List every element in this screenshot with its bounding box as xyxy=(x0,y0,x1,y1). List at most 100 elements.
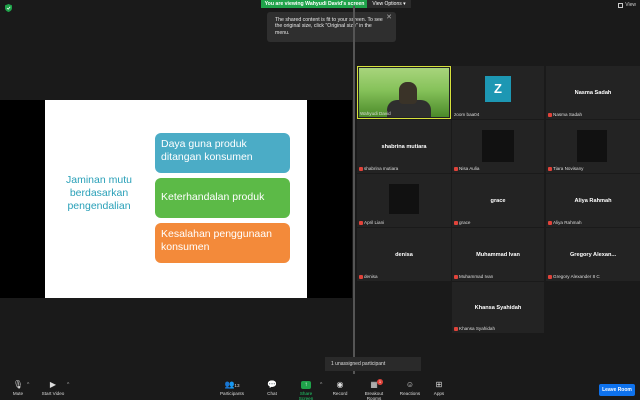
participant-label: April Liani xyxy=(359,220,384,225)
participant-label: grace xyxy=(454,220,471,225)
participant-label: Tiara Novisany xyxy=(548,166,583,171)
zoom-window: You are viewing Wahyudi David's screen V… xyxy=(0,0,640,400)
slide-heading: Jaminan mutu berdasarkan pengendalian xyxy=(66,174,132,212)
mic-muted-icon xyxy=(359,274,363,279)
participant-tile[interactable]: Aliya Rahmah Aliya Rahmah xyxy=(546,174,640,227)
close-icon[interactable]: ✕ xyxy=(386,14,392,21)
breakout-rooms-icon: ▦ 1 xyxy=(370,379,383,389)
participant-label: Khansa Syahidah xyxy=(454,326,495,331)
start-video-label: Start Video xyxy=(41,391,65,396)
avatar xyxy=(577,130,607,162)
avatar xyxy=(482,130,514,162)
reactions-button[interactable]: ☺ Reactions xyxy=(399,380,421,397)
unassigned-participant-notice[interactable]: 1 unassigned participant xyxy=(325,357,421,371)
mic-muted-icon xyxy=(548,112,552,117)
mic-muted-icon xyxy=(454,326,458,331)
mic-muted-icon xyxy=(454,274,458,279)
shared-screen: Jaminan mutu berdasarkan pengendalian Da… xyxy=(0,100,352,298)
participant-tile[interactable]: Gregory Alexan... Gregory Alexander 8 C xyxy=(546,228,640,281)
participant-label: zoom baa04 xyxy=(454,112,480,117)
participant-name: Muhammad Ivan xyxy=(476,251,520,258)
participant-label: Muhammad Ivan xyxy=(454,274,493,279)
meeting-toolbar: 🎙 Mute ^ ▶ Start Video ^ 👥13 Participant… xyxy=(0,376,640,400)
chevron-up-icon[interactable]: ^ xyxy=(67,382,69,388)
view-options-label: View Options xyxy=(372,1,402,7)
fit-screen-tooltip: The shared content is fit to your screen… xyxy=(267,12,396,42)
leave-room-button[interactable]: Leave Room xyxy=(599,384,635,396)
mute-label: Mute xyxy=(12,391,24,396)
participants-icon: 👥13 xyxy=(224,380,240,389)
participant-label: Aliya Rahmah xyxy=(548,220,582,225)
participant-label: denisa xyxy=(359,274,378,279)
shield-icon[interactable] xyxy=(5,4,12,12)
record-label: Record xyxy=(332,391,348,396)
participant-name: shabrina mutiara xyxy=(381,143,427,150)
participant-tile[interactable]: Nasma Sadah Nasma Sadah xyxy=(546,66,640,119)
chat-label: Chat xyxy=(267,391,277,396)
chevron-down-icon: ▾ xyxy=(403,1,406,7)
participant-tile[interactable]: grace grace xyxy=(452,174,544,227)
presentation-slide: Jaminan mutu berdasarkan pengendalian Da… xyxy=(45,100,307,298)
participant-tile[interactable]: shabrina mutiara shabrina mutiara xyxy=(357,120,451,173)
mic-muted-icon xyxy=(548,274,552,279)
participant-tile[interactable]: Wahyudi David xyxy=(357,66,451,119)
participant-label: Nasma Sadah xyxy=(548,112,582,117)
mic-muted-icon xyxy=(548,220,552,225)
chat-button[interactable]: 💬 Chat xyxy=(264,380,280,397)
mic-muted-icon xyxy=(359,166,363,171)
view-options-button[interactable]: View Options ▾ xyxy=(367,0,411,8)
mic-muted-icon xyxy=(548,166,552,171)
mute-button[interactable]: 🎙 Mute xyxy=(9,380,27,397)
participant-tile[interactable]: Muhammad Ivan Muhammad Ivan xyxy=(452,228,544,281)
participant-video xyxy=(359,68,449,117)
microphone-icon: 🎙 xyxy=(12,380,24,389)
participants-count: 13 xyxy=(234,383,240,388)
record-button[interactable]: ◉ Record xyxy=(331,380,349,397)
chat-icon: 💬 xyxy=(267,380,277,389)
share-screen-button[interactable]: ↑ Share Screen xyxy=(292,381,320,400)
start-video-button[interactable]: ▶ Start Video xyxy=(40,381,66,397)
avatar: Z xyxy=(485,76,511,102)
viewing-screen-banner: You are viewing Wahyudi David's screen xyxy=(261,0,368,8)
share-screen-label: Share Screen xyxy=(298,391,314,400)
view-button[interactable]: View xyxy=(618,2,636,8)
participant-tile[interactable]: Khansa Syahidah Khansa Syahidah xyxy=(452,282,544,333)
breakout-rooms-button[interactable]: ▦ 1 Breakout Rooms xyxy=(357,379,391,400)
slide-box-1: Daya guna produk ditangan konsumen xyxy=(155,133,290,173)
participant-label: Nisa Aulia xyxy=(454,166,479,171)
slide-box-2: Keterhandalan produk xyxy=(155,178,290,218)
apps-label: Apps xyxy=(433,391,445,396)
participant-tile[interactable]: Z zoom baa04 xyxy=(452,66,544,119)
tooltip-text: The shared content is fit to your screen… xyxy=(275,17,383,36)
participant-name: Aliya Rahmah xyxy=(574,197,612,204)
participant-name: Nasma Sadah xyxy=(574,89,612,96)
breakout-rooms-label: Breakout Rooms xyxy=(364,391,384,400)
participant-label: Wahyudi David xyxy=(360,111,391,116)
smiley-icon: ☺ xyxy=(405,380,415,389)
mic-muted-icon xyxy=(359,220,363,225)
participants-label: Participants xyxy=(219,391,244,396)
participant-name: Khansa Syahidah xyxy=(474,304,522,311)
record-icon: ◉ xyxy=(336,380,344,389)
participant-label: shabrina mutiara xyxy=(359,166,398,171)
reactions-label: Reactions xyxy=(399,391,421,396)
participant-label: Gregory Alexander 8 C xyxy=(548,274,600,279)
participant-tile[interactable]: denisa denisa xyxy=(357,228,451,281)
participant-tile[interactable]: April Liani xyxy=(357,174,451,227)
view-label: View xyxy=(625,2,636,8)
apps-button[interactable]: ⊞ Apps xyxy=(432,381,446,397)
participant-name: Gregory Alexan... xyxy=(569,251,617,258)
slide-box-3: Kesalahan penggunaan konsumen xyxy=(155,223,290,263)
mic-muted-icon xyxy=(454,166,458,171)
split-divider[interactable] xyxy=(353,6,355,374)
chevron-up-icon[interactable]: ^ xyxy=(27,382,29,388)
avatar xyxy=(389,184,419,214)
participant-tile[interactable]: Tiara Novisany xyxy=(546,120,640,173)
mic-muted-icon xyxy=(454,220,458,225)
participants-button[interactable]: 👥13 Participants xyxy=(219,380,245,397)
participant-tile[interactable]: Nisa Aulia xyxy=(452,120,544,173)
breakout-badge: 1 xyxy=(377,379,383,385)
participant-name: grace xyxy=(490,197,506,204)
chevron-up-icon[interactable]: ^ xyxy=(320,382,322,388)
participant-name: denisa xyxy=(395,251,413,258)
